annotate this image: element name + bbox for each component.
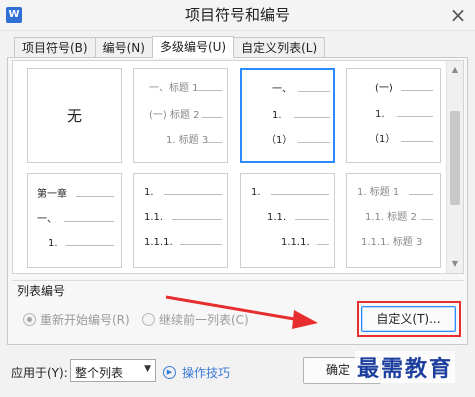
arrow-head: [292, 310, 318, 329]
tab-multilevel[interactable]: 多级编号(U): [151, 36, 235, 58]
annotation-arrow: [165, 295, 318, 329]
watermark-logo: 最需教育: [355, 351, 456, 383]
arrow-line: [165, 295, 301, 322]
